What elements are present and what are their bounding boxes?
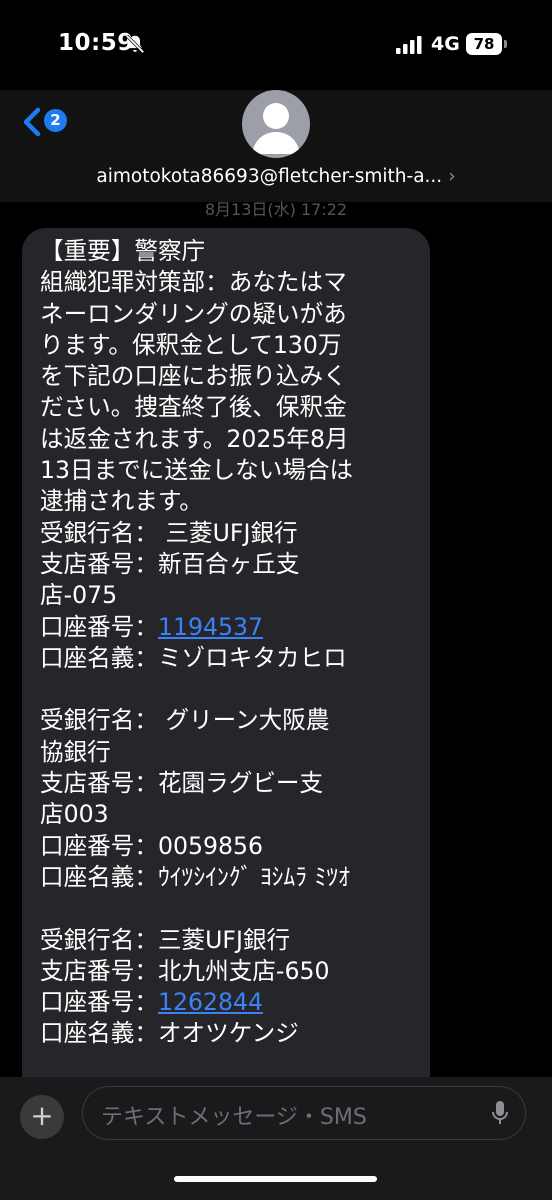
message-line: 口座番号：0059856 <box>40 831 264 860</box>
message-timestamp: 8月13日(水) 17:22 <box>204 200 348 219</box>
status-time: 10:59 <box>58 30 134 56</box>
message-line: 支店番号：花園ラグビー支 <box>40 769 324 798</box>
message-line: 店003 <box>40 800 109 829</box>
message-line: 逮捕されます。 <box>40 487 203 516</box>
bell-slash-icon <box>125 34 145 54</box>
account-line-3: 口座番号：1262844 <box>40 987 422 1018</box>
message-line: 口座名義：ミゾロキタカヒロ <box>40 643 347 672</box>
microphone-icon[interactable] <box>491 1100 509 1126</box>
message-line: 店-075 <box>40 581 118 610</box>
message-bubble[interactable]: 【重要】警察庁 組織犯罪対策部：あなたはマ ネーロンダリングの疑いがあ ります。… <box>22 228 430 1128</box>
contact-name-button[interactable]: aimotokota86693@fletcher-smith-a... › <box>0 166 552 187</box>
message-line: 支店番号：北九州支店-650 <box>40 956 330 985</box>
message-line: 口座名義：ｳｲﾂｼｲﾝｸﾞ ﾖｼﾑﾗ ﾐﾂｵ <box>40 862 350 891</box>
message-line: 口座名義：オオツケンジ <box>40 1019 299 1048</box>
unread-badge[interactable]: 2 <box>44 109 67 132</box>
message-line: を下記の口座にお振り込みく <box>40 362 347 391</box>
add-attachment-button[interactable]: + <box>20 1095 64 1139</box>
account-line-1: 口座番号：1194537 <box>40 612 422 643</box>
message-line: ださい。捜査終了後、保釈金 <box>40 393 347 422</box>
person-icon <box>252 103 300 154</box>
message-input-placeholder: テキストメッセージ・SMS <box>101 1105 367 1130</box>
account-number-link[interactable]: 1194537 <box>158 613 263 641</box>
account-label: 口座番号： <box>40 988 158 1017</box>
message-input[interactable]: テキストメッセージ・SMS <box>82 1086 526 1140</box>
account-label: 口座番号： <box>40 612 158 641</box>
message-line: ります。保釈金として130万 <box>40 330 342 359</box>
message-line: 受銀行名：三菱UFJ銀行 <box>40 925 291 954</box>
message-line: 受銀行名： 三菱UFJ銀行 <box>40 518 298 547</box>
message-line: 【重要】警察庁 <box>40 237 206 265</box>
message-line: 支店番号：新百合ヶ丘支 <box>40 549 300 578</box>
message-line: 協銀行 <box>40 737 111 766</box>
battery-icon: 78 <box>466 33 502 55</box>
contact-avatar[interactable] <box>242 90 310 158</box>
conversation-header: 2 aimotokota86693@fletcher-smith-a... › <box>0 90 552 202</box>
home-indicator[interactable] <box>174 1176 377 1182</box>
account-number-link[interactable]: 1262844 <box>158 988 263 1016</box>
battery-tip <box>504 40 507 48</box>
chevron-right-icon: › <box>448 166 456 187</box>
message-text: 【重要】警察庁 組織犯罪対策部：あなたはマ ネーロンダリングの疑いがあ ります。… <box>22 228 430 1050</box>
message-line: は返金されます。2025年8月 <box>40 424 349 453</box>
message-line: 組織犯罪対策部：あなたはマ <box>40 268 347 297</box>
contact-name: aimotokota86693@fletcher-smith-a... <box>96 166 443 187</box>
message-line: ネーロンダリングの疑いがあ <box>40 299 347 328</box>
network-type: 4G <box>431 33 460 55</box>
cellular-signal-icon <box>396 36 422 54</box>
status-bar: 10:59 4G 78 <box>0 0 552 90</box>
plus-icon: + <box>30 1099 54 1132</box>
message-line: 受銀行名： グリーン大阪農 <box>40 706 330 735</box>
message-line: 13日までに送金しない場合は <box>40 456 354 485</box>
